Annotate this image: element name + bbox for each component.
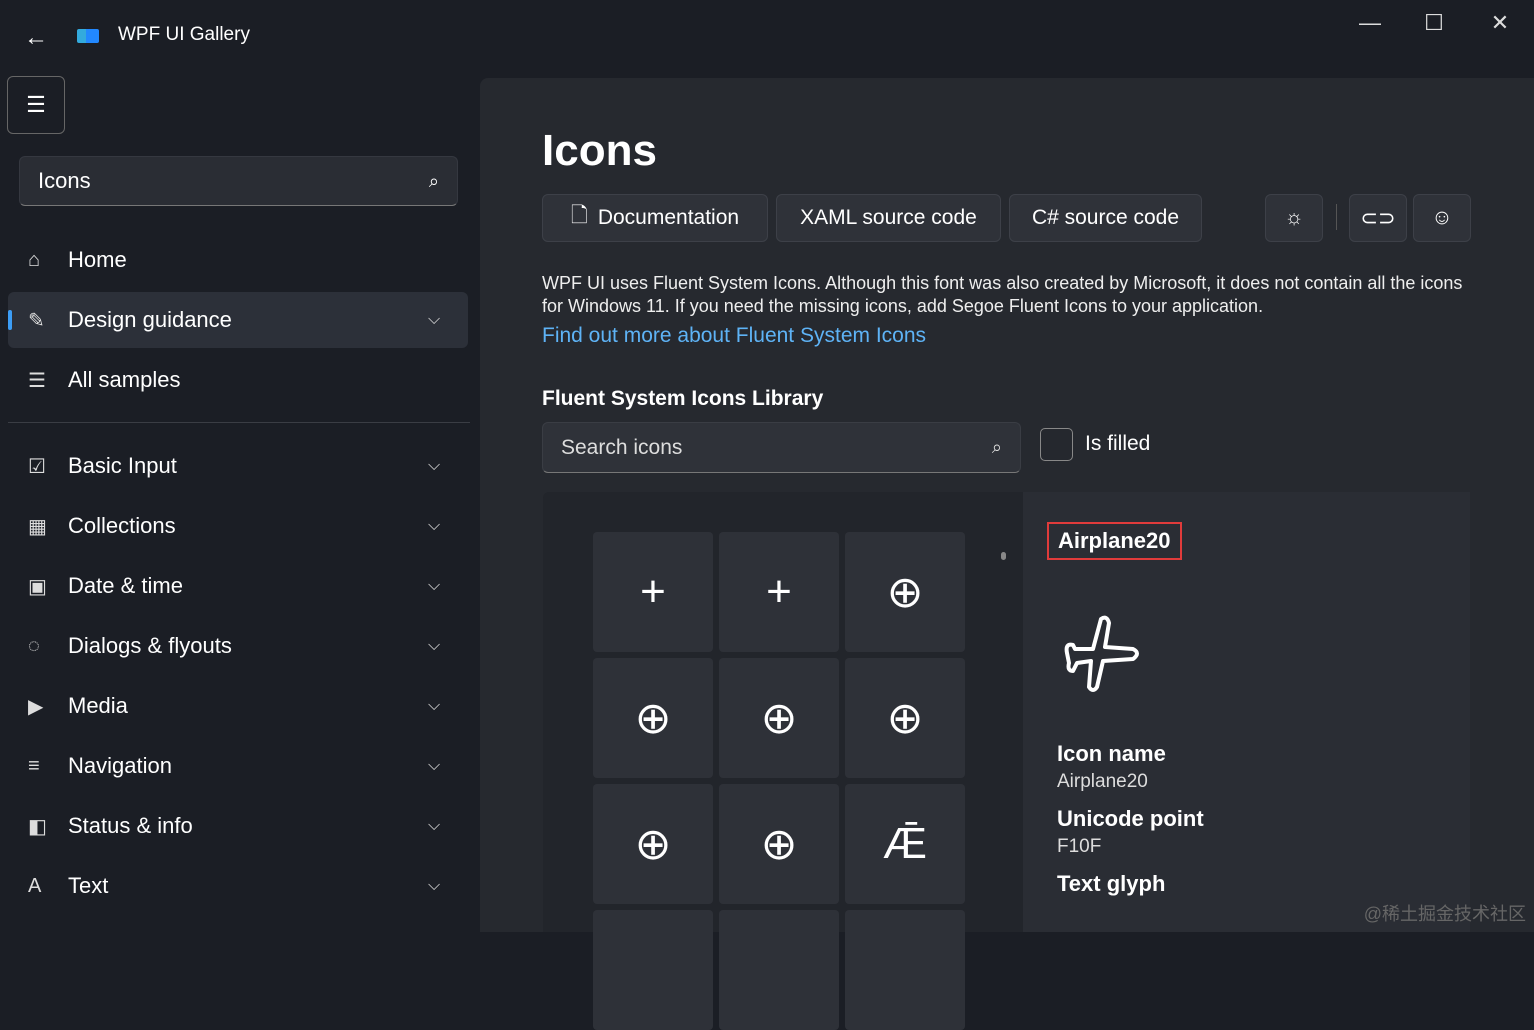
hamburger-menu-button[interactable]: ☰: [7, 76, 65, 134]
icon-name-value: Airplane20: [1057, 771, 1148, 792]
fluent-icons-link[interactable]: Find out more about Fluent System Icons: [542, 324, 926, 348]
nav-label: Home: [68, 247, 127, 272]
person-feedback-icon: ☺: [1431, 206, 1453, 229]
nav-label: Design guidance: [68, 307, 232, 332]
feedback-button[interactable]: ☺: [1413, 194, 1471, 242]
toolbar-separator: [1336, 204, 1337, 230]
airplane-icon: [1064, 615, 1139, 692]
nav-icon: ▦: [28, 515, 47, 538]
text-glyph-label: Text glyph: [1057, 871, 1166, 896]
chevron-down-icon[interactable]: ⌵: [428, 637, 468, 655]
nav-label: Status & info: [68, 813, 193, 838]
theme-toggle-button[interactable]: ☼: [1265, 194, 1323, 242]
sidebar-item-text[interactable]: A Text ⌵: [8, 858, 468, 914]
library-title: Fluent System Icons Library: [542, 387, 824, 410]
icon-tile[interactable]: [845, 910, 965, 1030]
sidebar-item-collections[interactable]: ▦ Collections ⌵: [8, 498, 468, 554]
nav-label: Text: [68, 873, 109, 898]
nav-icon: ◧: [28, 815, 47, 838]
nav-icon: ✎: [28, 309, 45, 332]
sidebar-item-all-samples[interactable]: ☰ All samples: [8, 352, 468, 408]
sidebar-item-media[interactable]: ▶ Media ⌵: [8, 678, 468, 734]
nav-label: Basic Input: [68, 453, 177, 478]
app-logo-icon: [77, 29, 99, 43]
chevron-down-icon[interactable]: ⌵: [428, 817, 468, 835]
icon-name-label: Icon name: [1057, 741, 1166, 766]
sun-icon: ☼: [1284, 206, 1304, 229]
chevron-down-icon[interactable]: ⌵: [428, 877, 468, 895]
nav-icon: ☰: [28, 369, 46, 392]
nav-label: Dialogs & flyouts: [68, 633, 232, 658]
page-title: Icons: [542, 126, 657, 175]
icon-tile[interactable]: ⊕: [845, 532, 965, 652]
icon-tile[interactable]: ⊕: [719, 658, 839, 778]
icon-tile[interactable]: +: [593, 532, 713, 652]
nav-icon: ▣: [28, 575, 47, 598]
chevron-down-icon[interactable]: ⌵: [428, 517, 468, 535]
nav-icon: ☑: [28, 455, 46, 478]
xaml-source-button[interactable]: XAML source code: [776, 194, 1001, 242]
search-placeholder: Search icons: [561, 435, 683, 459]
icon-tile[interactable]: ⊕: [593, 658, 713, 778]
sidebar-item-dialogs-flyouts[interactable]: ◌ Dialogs & flyouts ⌵: [8, 618, 468, 674]
icon-tile[interactable]: ⊕: [719, 784, 839, 904]
nav-icon: ≡: [28, 754, 40, 777]
nav-label: Navigation: [68, 753, 172, 778]
icon-tile[interactable]: [719, 910, 839, 1030]
nav-label: All samples: [68, 367, 181, 392]
back-button[interactable]: ←: [24, 24, 48, 52]
search-value: Icons: [38, 168, 91, 193]
search-icon[interactable]: ⌕: [429, 171, 439, 192]
is-filled-checkbox[interactable]: [1040, 428, 1073, 461]
icon-tile[interactable]: [593, 910, 713, 1030]
nav-label: Collections: [68, 513, 176, 538]
sidebar-item-navigation[interactable]: ≡ Navigation ⌵: [8, 738, 468, 794]
icon-tile[interactable]: ⊕: [845, 658, 965, 778]
sidebar-item-home[interactable]: ⌂ Home: [8, 232, 468, 288]
documentation-label: Documentation: [597, 206, 740, 229]
chevron-down-icon[interactable]: ⌵: [428, 311, 468, 329]
document-icon: 🗋: [570, 203, 588, 227]
copy-link-button[interactable]: ⊂⊃: [1349, 194, 1407, 242]
maximize-button[interactable]: ☐: [1414, 10, 1454, 36]
window-title: WPF UI Gallery: [118, 24, 250, 45]
csharp-source-button[interactable]: C# source code: [1009, 194, 1202, 242]
chevron-down-icon[interactable]: ⌵: [428, 577, 468, 595]
nav-icon: A: [28, 874, 42, 897]
minimize-button[interactable]: —: [1350, 10, 1390, 36]
xaml-label: XAML source code: [800, 206, 977, 229]
nav-label: Media: [68, 693, 128, 718]
nav-icon: ⌂: [28, 248, 41, 271]
sidebar-item-design-guidance[interactable]: ✎ Design guidance ⌵: [8, 292, 468, 348]
close-button[interactable]: ✕: [1480, 10, 1520, 36]
unicode-point-label: Unicode point: [1057, 806, 1204, 831]
nav-icon: ▶: [28, 695, 44, 718]
link-icon: ⊂⊃: [1360, 206, 1396, 230]
is-filled-label: Is filled: [1085, 432, 1151, 455]
documentation-button[interactable]: 🗋 Documentation: [542, 194, 768, 242]
unicode-point-value: F10F: [1057, 836, 1102, 857]
chevron-down-icon[interactable]: ⌵: [428, 457, 468, 475]
description-text: WPF UI uses Fluent System Icons. Althoug…: [542, 273, 1463, 316]
chevron-down-icon[interactable]: ⌵: [428, 697, 468, 715]
sidebar-item-status-info[interactable]: ◧ Status & info ⌵: [8, 798, 468, 854]
sidebar-divider: [8, 422, 470, 423]
icon-tile[interactable]: Ǣ: [845, 784, 965, 904]
scrollbar[interactable]: [1001, 552, 1006, 560]
sidebar-search-input[interactable]: Icons ⌕: [19, 156, 458, 206]
icon-search-input[interactable]: Search icons ⌕: [542, 422, 1021, 473]
csharp-label: C# source code: [1031, 206, 1180, 229]
selected-icon-title: Airplane20: [1047, 522, 1182, 560]
search-icon[interactable]: ⌕: [992, 437, 1002, 458]
nav-label: Date & time: [68, 573, 183, 598]
sidebar-item-basic-input[interactable]: ☑ Basic Input ⌵: [8, 438, 468, 494]
icon-tile[interactable]: ⊕: [593, 784, 713, 904]
sidebar-item-date-time[interactable]: ▣ Date & time ⌵: [8, 558, 468, 614]
chevron-down-icon[interactable]: ⌵: [428, 757, 468, 775]
nav-icon: ◌: [28, 634, 40, 657]
watermark: @稀土掘金技术社区: [1363, 904, 1526, 924]
icon-tile[interactable]: +: [719, 532, 839, 652]
